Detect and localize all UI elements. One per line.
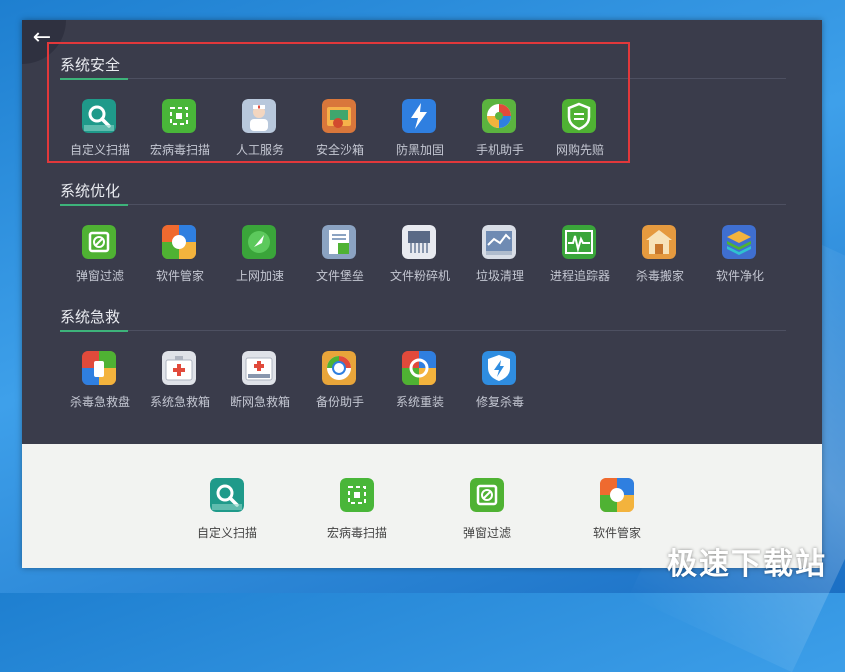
tool-tile[interactable]: 软件净化 — [700, 225, 780, 293]
tool-tile[interactable]: 进程追踪器 — [540, 225, 620, 293]
section-title-underline — [60, 330, 128, 332]
tool-tile[interactable]: 防黑加固 — [380, 99, 460, 167]
tool-label: 网购先赔 — [555, 143, 604, 157]
tool-tile[interactable]: 自定义扫描 — [60, 99, 140, 167]
tool-tile[interactable]: 宏病毒扫描 — [140, 99, 220, 167]
phone-assistant-icon — [482, 99, 516, 133]
quick-access-tile[interactable]: 弹窗过滤 — [432, 466, 542, 540]
tool-tile[interactable]: 文件粉碎机 — [380, 225, 460, 293]
tool-tile[interactable]: 杀毒急救盘 — [60, 351, 140, 419]
tool-tile[interactable]: 系统重装 — [380, 351, 460, 419]
tool-tile[interactable]: 杀毒搬家 — [620, 225, 700, 293]
software-manager-icon — [600, 478, 634, 512]
tool-tile[interactable]: 软件管家 — [140, 225, 220, 293]
human-service-icon — [242, 99, 276, 133]
system-rescue-kit-icon — [162, 351, 196, 385]
system-reinstall-icon — [402, 351, 436, 385]
rescue-disk-icon — [82, 351, 116, 385]
tool-tile[interactable]: 上网加速 — [220, 225, 300, 293]
backup-assistant-icon — [322, 351, 356, 385]
popup-filter-icon — [470, 478, 504, 512]
quick-access-label: 弹窗过滤 — [462, 526, 511, 540]
macro-virus-scan-icon — [162, 99, 196, 133]
repair-antivirus-icon — [482, 351, 516, 385]
section-divider — [60, 204, 786, 205]
tool-label: 软件净化 — [715, 269, 764, 283]
macro-virus-scan-icon — [340, 478, 374, 512]
shopping-compensation-icon — [562, 99, 596, 133]
back-arrow-icon[interactable]: ← — [28, 24, 56, 52]
software-manager-icon — [162, 225, 196, 259]
popup-filter-icon — [82, 225, 116, 259]
section-title-underline — [60, 204, 128, 206]
tool-tile[interactable]: 修复杀毒 — [460, 351, 540, 419]
tool-tile[interactable]: 人工服务 — [220, 99, 300, 167]
toolbox-panel: ← 系统安全 自定义扫描 宏病毒扫描 人工服务 安全沙箱 防黑加固 手机助手网购先赔 系统… — [22, 20, 822, 444]
tool-tile[interactable]: 网购先赔 — [540, 99, 620, 167]
tool-tile[interactable]: 系统急救箱 — [140, 351, 220, 419]
quick-access-tile[interactable]: 自定义扫描 — [172, 466, 282, 540]
file-fortress-icon — [322, 225, 356, 259]
section-system-rescue: 系统急救 杀毒急救盘 系统急救箱 断网急救箱 备份助手 系统重装修复杀毒 — [60, 306, 786, 426]
process-tracker-icon — [562, 225, 596, 259]
tool-tile[interactable]: 断网急救箱 — [220, 351, 300, 419]
tool-tile[interactable]: 弹窗过滤 — [60, 225, 140, 293]
tool-tile[interactable]: 垃圾清理 — [460, 225, 540, 293]
tool-tile[interactable]: 备份助手 — [300, 351, 380, 419]
custom-scan-icon — [82, 99, 116, 133]
software-purify-icon — [722, 225, 756, 259]
tool-tile[interactable]: 手机助手 — [460, 99, 540, 167]
custom-scan-icon — [210, 478, 244, 512]
section-system-security: 系统安全 自定义扫描 宏病毒扫描 人工服务 安全沙箱 防黑加固 手机助手网购先赔 — [60, 54, 786, 174]
section-title-underline — [60, 78, 128, 80]
tool-tile[interactable]: 安全沙箱 — [300, 99, 380, 167]
web-accelerate-icon — [242, 225, 276, 259]
junk-clean-icon — [482, 225, 516, 259]
section-title: 系统急救 — [60, 308, 121, 326]
section-divider — [60, 330, 786, 331]
section-title: 系统安全 — [60, 56, 121, 74]
section-divider — [60, 78, 786, 79]
section-system-optimization: 系统优化 弹窗过滤 软件管家 上网加速 文件堡垒 文件粉碎机 垃圾清理 进程追踪器 杀毒搬家软… — [60, 180, 786, 300]
quick-access-label: 软件管家 — [592, 526, 641, 540]
toolbox-window: ← 系统安全 自定义扫描 宏病毒扫描 人工服务 安全沙箱 防黑加固 手机助手 网购先赔 系统… — [22, 20, 822, 568]
quick-access-label: 宏病毒扫描 — [326, 526, 387, 540]
tool-label: 修复杀毒 — [475, 395, 524, 409]
file-shredder-icon — [402, 225, 436, 259]
quick-access-tile[interactable]: 宏病毒扫描 — [302, 466, 412, 540]
sandbox-icon — [322, 99, 356, 133]
anti-hack-icon — [402, 99, 436, 133]
tool-tile[interactable]: 文件堡垒 — [300, 225, 380, 293]
quick-access-label: 自定义扫描 — [196, 526, 257, 540]
quick-access-tile[interactable]: 软件管家 — [562, 466, 672, 540]
watermark-text: 极速下载站 — [667, 547, 827, 582]
antivirus-move-icon — [642, 225, 676, 259]
section-title: 系统优化 — [60, 182, 121, 200]
network-rescue-kit-icon — [242, 351, 276, 385]
